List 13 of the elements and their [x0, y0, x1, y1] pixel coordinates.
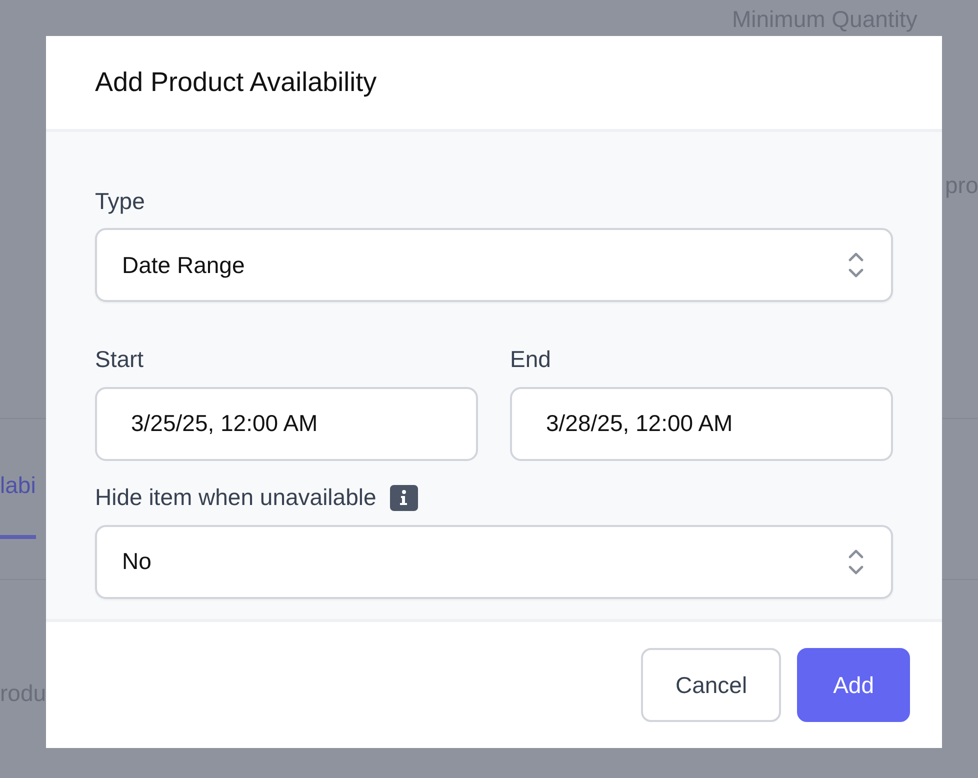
chevron-updown-icon — [847, 250, 865, 280]
field-label: Type — [95, 188, 145, 214]
select-field[interactable]: Date Range — [95, 228, 893, 302]
field-label: End — [510, 346, 551, 373]
field-label: Start — [95, 346, 144, 373]
cancel-button[interactable]: Cancel — [641, 648, 782, 722]
field-label: Hide item when unavailable — [95, 484, 376, 511]
add-button[interactable]: Add — [797, 648, 910, 722]
dialog-title: Add Product Availability — [95, 67, 377, 98]
info-icon[interactable] — [390, 484, 418, 510]
date-input[interactable]: 3/28/25, 12:00 AM — [510, 386, 893, 460]
select-field[interactable]: No — [95, 524, 893, 598]
date-input[interactable]: 3/25/25, 12:00 AM — [95, 386, 478, 460]
